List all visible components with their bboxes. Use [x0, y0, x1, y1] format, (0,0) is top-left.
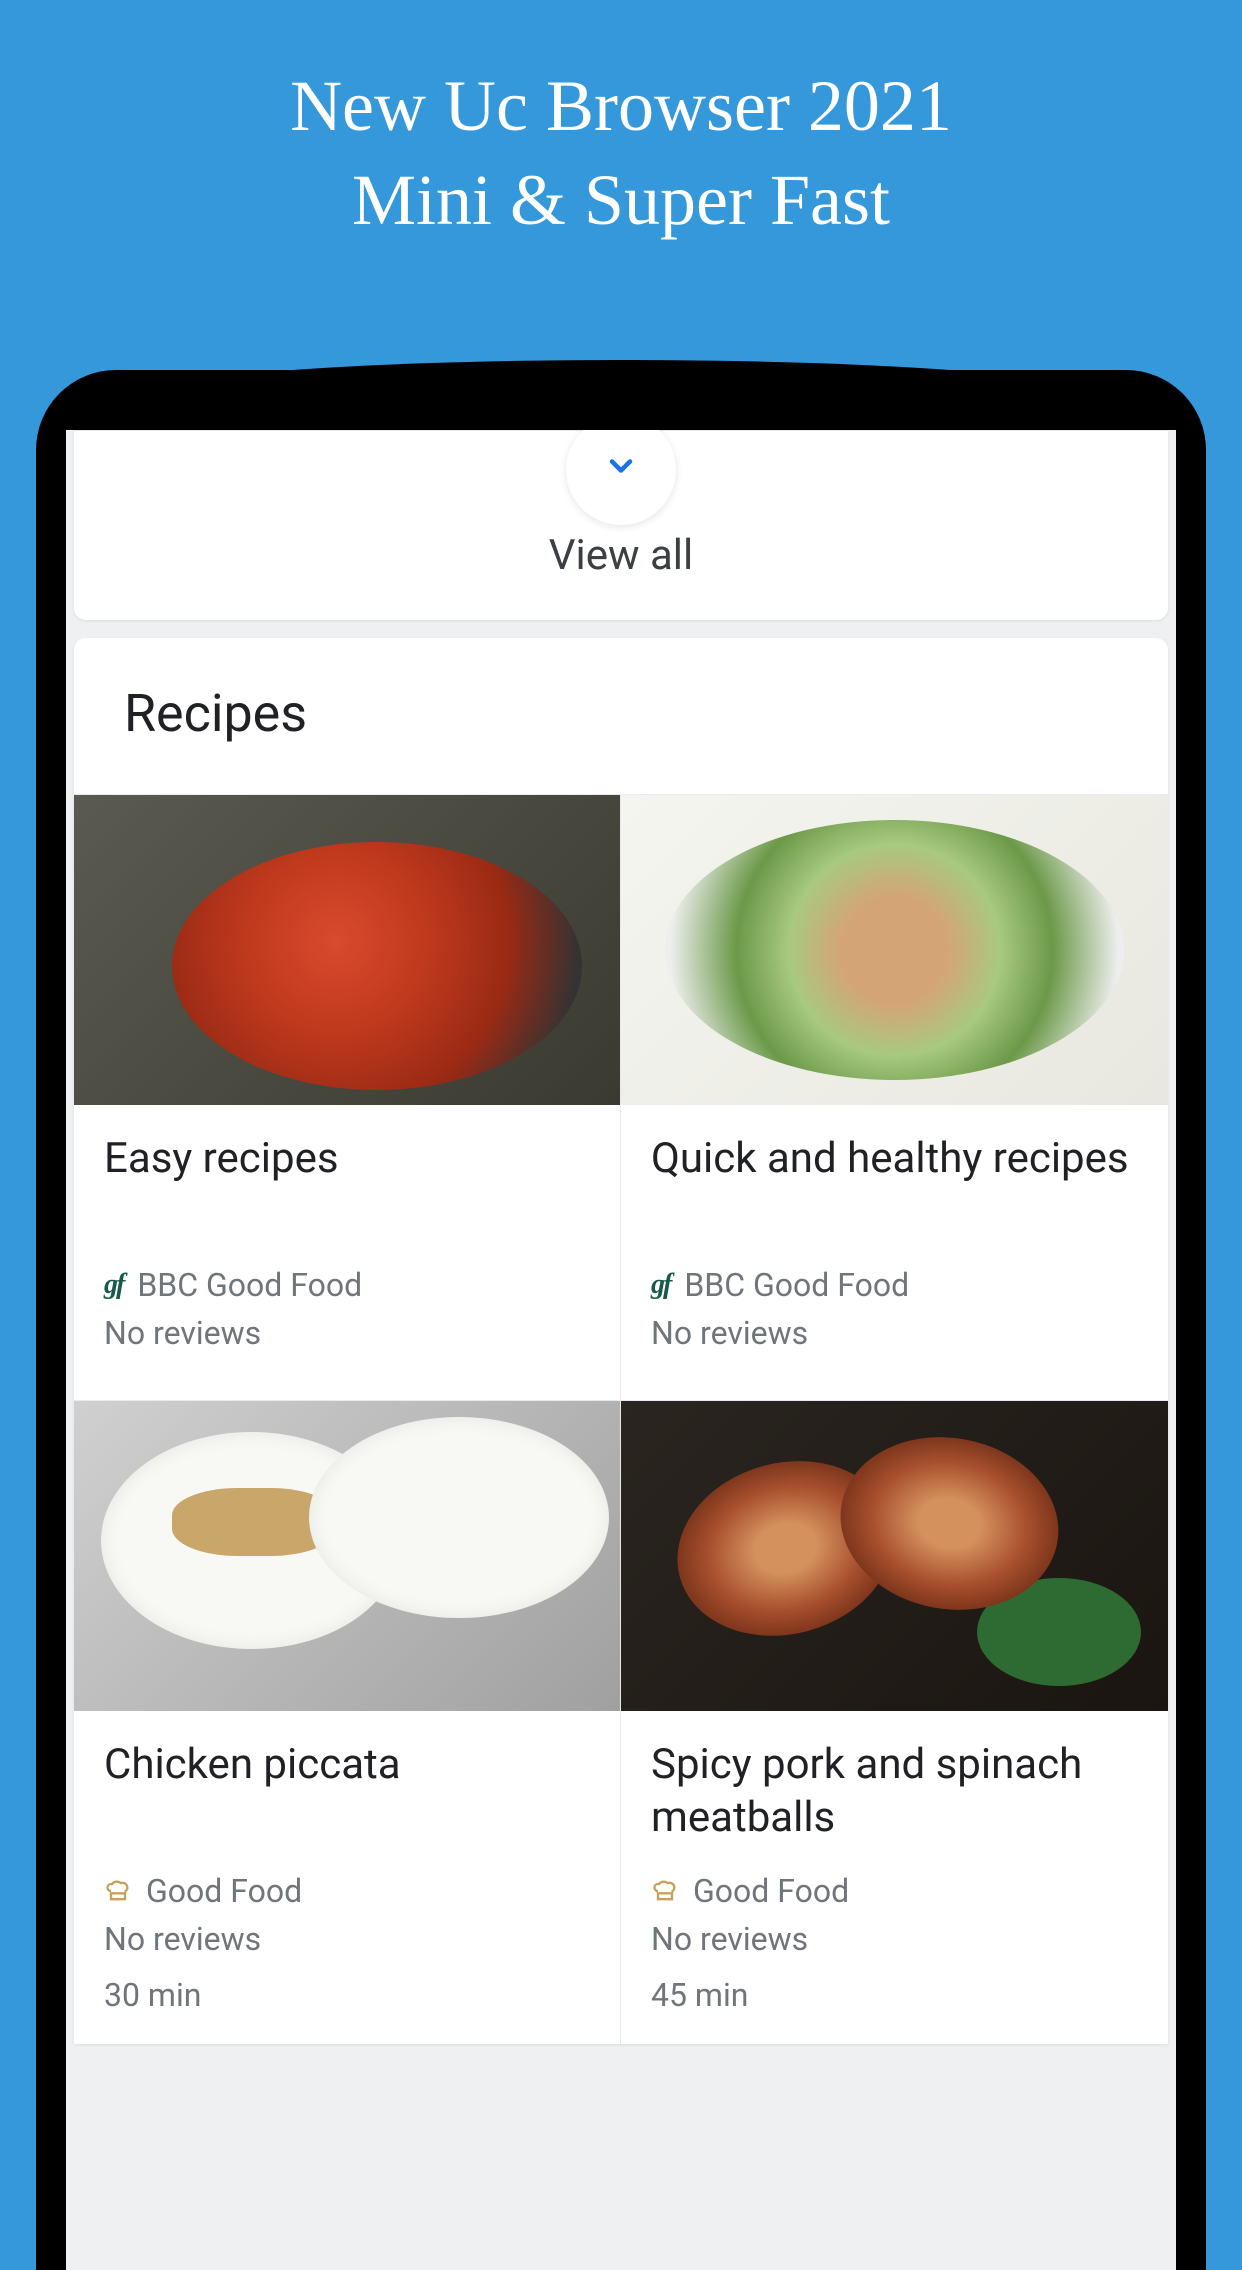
recipe-item[interactable]: Chicken piccata Good Food No reviews 30 …	[74, 1400, 621, 2044]
promo-line-2: Mini & Super Fast	[0, 154, 1242, 248]
recipe-time: 30 min	[104, 1976, 590, 2014]
recipe-item[interactable]: Quick and healthy recipes gf BBC Good Fo…	[621, 794, 1168, 1400]
recipe-reviews: No reviews	[651, 1920, 1138, 1958]
recipe-source: gf BBC Good Food	[651, 1266, 1138, 1304]
recipe-item[interactable]: Spicy pork and spinach meatballs Good Fo…	[621, 1400, 1168, 2044]
recipe-source-text: BBC Good Food	[684, 1266, 909, 1304]
chef-hat-icon	[104, 1877, 132, 1905]
recipe-source-text: BBC Good Food	[137, 1266, 362, 1304]
chef-hat-icon	[651, 1877, 679, 1905]
recipe-title: Easy recipes	[104, 1133, 590, 1238]
promo-title: New Uc Browser 2021 Mini & Super Fast	[0, 0, 1242, 247]
recipe-title: Chicken piccata	[104, 1739, 590, 1844]
recipe-item[interactable]: Easy recipes gf BBC Good Food No reviews	[74, 794, 621, 1400]
phone-screen: View all Recipes Easy recipes gf BBC Goo…	[66, 430, 1176, 2270]
recipes-card: Recipes Easy recipes gf BBC Good Food No…	[74, 638, 1168, 2044]
recipe-body: Easy recipes gf BBC Good Food No reviews	[74, 1105, 620, 1400]
recipe-body: Spicy pork and spinach meatballs Good Fo…	[621, 1711, 1168, 2044]
recipe-image	[74, 795, 620, 1105]
recipe-time: 45 min	[651, 1976, 1138, 2014]
promo-line-1: New Uc Browser 2021	[0, 60, 1242, 154]
recipe-source: Good Food	[104, 1872, 590, 1910]
recipe-reviews: No reviews	[104, 1314, 590, 1352]
recipe-reviews: No reviews	[104, 1920, 590, 1958]
recipe-reviews: No reviews	[651, 1314, 1138, 1352]
recipe-source-text: Good Food	[693, 1872, 849, 1910]
chevron-down-icon	[603, 448, 639, 484]
recipe-body: Chicken piccata Good Food No reviews 30 …	[74, 1711, 620, 2044]
recipe-title: Spicy pork and spinach meatballs	[651, 1739, 1138, 1844]
recipe-source: Good Food	[651, 1872, 1138, 1910]
recipe-body: Quick and healthy recipes gf BBC Good Fo…	[621, 1105, 1168, 1400]
recipe-source-text: Good Food	[146, 1872, 302, 1910]
recipe-source: gf BBC Good Food	[104, 1266, 590, 1304]
recipe-title: Quick and healthy recipes	[651, 1133, 1138, 1238]
view-all-card[interactable]: View all	[74, 430, 1168, 620]
gf-icon: gf	[104, 1269, 123, 1301]
recipes-section-title: Recipes	[74, 638, 1168, 794]
recipe-image	[74, 1401, 620, 1711]
recipes-grid: Easy recipes gf BBC Good Food No reviews…	[74, 794, 1168, 2044]
gf-icon: gf	[651, 1269, 670, 1301]
phone-frame: View all Recipes Easy recipes gf BBC Goo…	[36, 370, 1206, 2270]
recipe-image	[621, 1401, 1168, 1711]
recipe-image	[621, 795, 1168, 1105]
